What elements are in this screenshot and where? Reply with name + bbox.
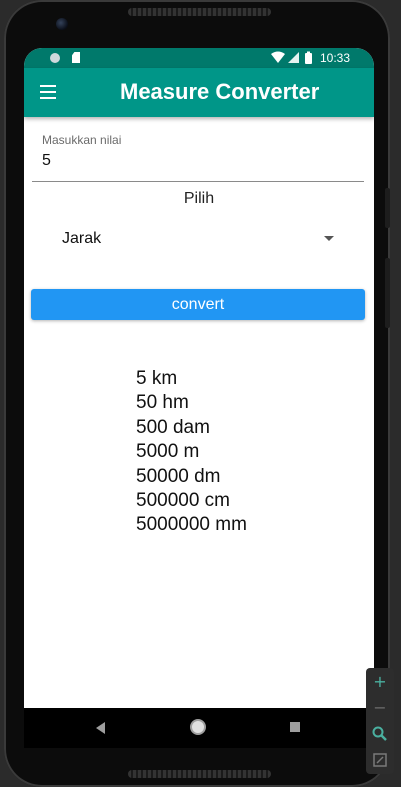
results-list: 5 km 50 hm 500 dam 5000 m 50000 dm 50000… — [136, 367, 247, 538]
sd-card-icon — [72, 52, 80, 63]
result-line: 50000 dm — [136, 465, 221, 487]
dropdown-arrow-icon — [324, 236, 334, 241]
hamburger-menu-icon[interactable] — [40, 85, 56, 99]
convert-button[interactable]: convert — [31, 289, 365, 320]
power-button — [385, 188, 390, 228]
status-time: 10:33 — [320, 51, 351, 65]
dropdown-selected-value: Jarak — [62, 230, 102, 247]
signal-icon — [288, 52, 299, 63]
pilih-label: Pilih — [183, 190, 215, 207]
result-line: 50 hm — [136, 392, 189, 414]
result-line: 5 km — [136, 368, 178, 389]
navigation-bar — [24, 708, 374, 748]
result-line: 500 dam — [136, 416, 210, 438]
recents-icon[interactable] — [290, 722, 300, 732]
unit-type-dropdown[interactable]: Jarak — [62, 228, 334, 250]
app-bar: Measure Converter — [24, 68, 374, 117]
volume-button — [385, 258, 390, 328]
input-label: Masukkan nilai — [42, 133, 122, 147]
wifi-signal-battery-icons — [271, 51, 312, 64]
result-line: 500000 cm — [136, 490, 231, 512]
result-line: 5000000 mm — [136, 514, 247, 536]
status-bar: 10:33 — [24, 48, 374, 68]
battery-icon — [305, 51, 312, 64]
device-screen: 10:33 Measure Converter Masukkan nilai P… — [24, 48, 374, 748]
result-line: 5000 m — [136, 441, 200, 463]
fit-screen-icon[interactable] — [366, 748, 394, 772]
phone-frame: 10:33 Measure Converter Masukkan nilai P… — [4, 0, 390, 787]
bottom-speaker — [128, 770, 271, 778]
app-title: Measure Converter — [120, 79, 320, 104]
top-speaker — [128, 8, 271, 16]
emulator-zoom-panel: + − — [366, 668, 394, 774]
zoom-out-icon[interactable]: − — [366, 696, 394, 720]
notification-dot-icon — [50, 53, 60, 63]
back-icon[interactable] — [96, 722, 105, 734]
home-icon[interactable] — [190, 719, 206, 735]
value-input[interactable] — [42, 152, 342, 170]
zoom-search-icon[interactable] — [366, 722, 394, 746]
zoom-in-icon[interactable]: + — [366, 670, 394, 694]
wifi-icon — [271, 51, 285, 63]
value-input-field[interactable]: Masukkan nilai — [32, 128, 364, 182]
front-camera — [56, 18, 68, 30]
